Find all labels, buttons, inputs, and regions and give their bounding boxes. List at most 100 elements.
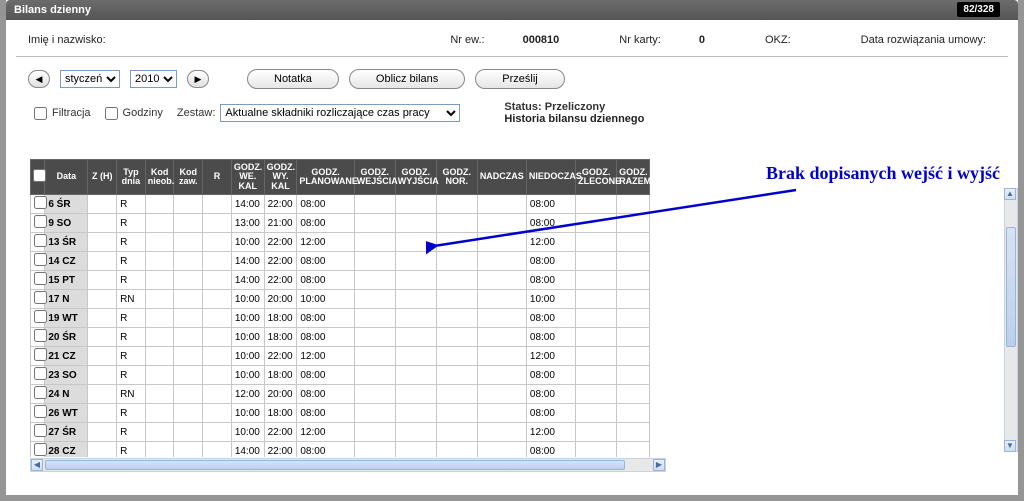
table-row[interactable]: 26 WTR10:0018:0008:0008:00	[31, 404, 650, 423]
cell-r[interactable]	[203, 195, 232, 214]
cell-gwe[interactable]: 13:00	[231, 214, 264, 233]
cell-r[interactable]	[203, 347, 232, 366]
cell-kodz[interactable]	[174, 252, 203, 271]
row-checkbox-cell[interactable]	[31, 271, 45, 290]
cell-gwe[interactable]: 14:00	[231, 271, 264, 290]
cell-wej[interactable]	[354, 233, 395, 252]
header-nor[interactable]: GODZ. NOR.	[436, 160, 477, 195]
table-row[interactable]: 24 NRN12:0020:0008:0008:00	[31, 385, 650, 404]
cell-gwy[interactable]: 22:00	[264, 347, 297, 366]
cell-nor[interactable]	[436, 404, 477, 423]
cell-plan[interactable]: 08:00	[297, 195, 354, 214]
cell-typ[interactable]: R	[117, 423, 146, 442]
cell-typ[interactable]: R	[117, 366, 146, 385]
cell-wej[interactable]	[354, 271, 395, 290]
cell-gwe[interactable]: 10:00	[231, 366, 264, 385]
cell-zh[interactable]	[88, 290, 117, 309]
cell-typ[interactable]: R	[117, 252, 146, 271]
cell-zh[interactable]	[88, 309, 117, 328]
cell-nad[interactable]	[477, 195, 526, 214]
cell-nad[interactable]	[477, 423, 526, 442]
cell-kodz[interactable]	[174, 442, 203, 457]
cell-wej[interactable]	[354, 309, 395, 328]
cell-data[interactable]: 27 ŚR	[45, 423, 88, 442]
cell-plan[interactable]: 08:00	[297, 309, 354, 328]
table-row[interactable]: 13 ŚRR10:0022:0012:0012:00	[31, 233, 650, 252]
cell-wej[interactable]	[354, 404, 395, 423]
cell-zle[interactable]	[576, 233, 617, 252]
cell-nor[interactable]	[436, 328, 477, 347]
row-checkbox[interactable]	[34, 348, 47, 361]
cell-kodn[interactable]	[145, 404, 174, 423]
cell-nor[interactable]	[436, 347, 477, 366]
cell-gwy[interactable]: 21:00	[264, 214, 297, 233]
cell-nad[interactable]	[477, 233, 526, 252]
cell-zh[interactable]	[88, 271, 117, 290]
row-checkbox[interactable]	[34, 234, 47, 247]
cell-raz[interactable]	[617, 252, 650, 271]
cell-plan[interactable]: 12:00	[297, 233, 354, 252]
notatka-button[interactable]: Notatka	[247, 69, 339, 89]
cell-kodz[interactable]	[174, 233, 203, 252]
cell-nad[interactable]	[477, 442, 526, 457]
cell-wyj[interactable]	[395, 233, 436, 252]
cell-nor[interactable]	[436, 385, 477, 404]
cell-data[interactable]: 6 ŚR	[45, 195, 88, 214]
cell-nied[interactable]: 08:00	[526, 252, 575, 271]
cell-kodz[interactable]	[174, 404, 203, 423]
table-row[interactable]: 27 ŚRR10:0022:0012:0012:00	[31, 423, 650, 442]
cell-r[interactable]	[203, 328, 232, 347]
cell-wyj[interactable]	[395, 309, 436, 328]
cell-plan[interactable]: 12:00	[297, 423, 354, 442]
cell-nied[interactable]: 08:00	[526, 366, 575, 385]
cell-plan[interactable]: 10:00	[297, 290, 354, 309]
cell-data[interactable]: 20 ŚR	[45, 328, 88, 347]
cell-nied[interactable]: 08:00	[526, 404, 575, 423]
cell-kodn[interactable]	[145, 252, 174, 271]
cell-wej[interactable]	[354, 423, 395, 442]
cell-kodz[interactable]	[174, 290, 203, 309]
cell-gwe[interactable]: 10:00	[231, 290, 264, 309]
cell-data[interactable]: 15 PT	[45, 271, 88, 290]
cell-plan[interactable]: 08:00	[297, 366, 354, 385]
cell-nied[interactable]: 12:00	[526, 233, 575, 252]
vertical-scroll-thumb[interactable]	[1006, 227, 1016, 347]
cell-data[interactable]: 13 ŚR	[45, 233, 88, 252]
table-row[interactable]: 6 ŚRR14:0022:0008:0008:00	[31, 195, 650, 214]
cell-zh[interactable]	[88, 385, 117, 404]
vertical-scrollbar[interactable]: ▲ ▼	[1004, 188, 1018, 452]
cell-wyj[interactable]	[395, 423, 436, 442]
row-checkbox[interactable]	[34, 272, 47, 285]
cell-typ[interactable]: R	[117, 214, 146, 233]
cell-gwy[interactable]: 22:00	[264, 195, 297, 214]
table-row[interactable]: 28 CZR14:0022:0008:0008:00	[31, 442, 650, 457]
scroll-down-icon[interactable]: ▼	[1004, 440, 1016, 452]
row-checkbox-cell[interactable]	[31, 290, 45, 309]
cell-data[interactable]: 21 CZ	[45, 347, 88, 366]
cell-r[interactable]	[203, 214, 232, 233]
row-checkbox[interactable]	[34, 291, 47, 304]
cell-plan[interactable]: 08:00	[297, 214, 354, 233]
cell-zle[interactable]	[576, 328, 617, 347]
row-checkbox-cell[interactable]	[31, 233, 45, 252]
cell-nad[interactable]	[477, 271, 526, 290]
cell-nad[interactable]	[477, 328, 526, 347]
cell-typ[interactable]: R	[117, 271, 146, 290]
cell-typ[interactable]: R	[117, 328, 146, 347]
cell-nad[interactable]	[477, 214, 526, 233]
cell-gwe[interactable]: 12:00	[231, 385, 264, 404]
cell-zh[interactable]	[88, 442, 117, 457]
table-row[interactable]: 19 WTR10:0018:0008:0008:00	[31, 309, 650, 328]
horizontal-scroll-thumb[interactable]	[45, 460, 625, 470]
cell-zle[interactable]	[576, 309, 617, 328]
cell-zh[interactable]	[88, 233, 117, 252]
cell-wej[interactable]	[354, 366, 395, 385]
cell-raz[interactable]	[617, 366, 650, 385]
cell-zh[interactable]	[88, 404, 117, 423]
cell-plan[interactable]: 08:00	[297, 404, 354, 423]
cell-gwy[interactable]: 20:00	[264, 385, 297, 404]
cell-wyj[interactable]	[395, 404, 436, 423]
cell-data[interactable]: 19 WT	[45, 309, 88, 328]
row-checkbox[interactable]	[34, 253, 47, 266]
header-wej[interactable]: GODZ. WEJŚCIA	[354, 160, 395, 195]
